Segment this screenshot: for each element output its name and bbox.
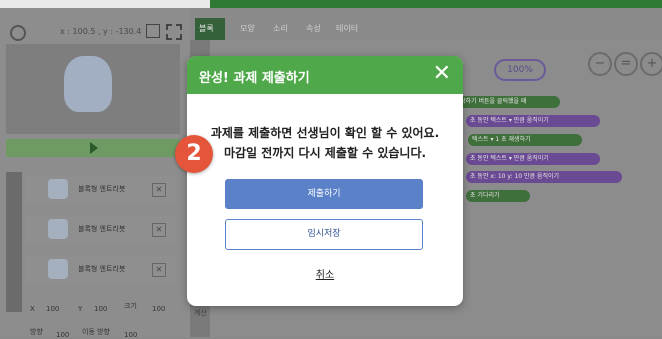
fullscreen-icon[interactable] <box>166 24 182 40</box>
zoom-level: 100% <box>494 59 546 81</box>
temp-save-button[interactable]: 임시저장 <box>225 219 423 250</box>
object-thumbnail <box>48 179 68 199</box>
x-value[interactable]: 100 <box>46 305 59 313</box>
object-name: 블록형 엔트리봇 <box>78 185 126 193</box>
size-value[interactable]: 100 <box>152 305 165 313</box>
submit-button[interactable]: 제출하기 <box>225 179 423 209</box>
direction-label: 방향 <box>30 328 43 336</box>
zoom-out-button[interactable]: − <box>588 52 612 76</box>
object-row[interactable]: 블록형 엔트리봇 ✕ <box>26 256 176 284</box>
run-button[interactable] <box>6 139 180 157</box>
top-strip <box>0 0 662 8</box>
play-icon <box>90 142 98 154</box>
object-row[interactable]: 블록형 엔트리봇 ✕ <box>26 176 176 204</box>
code-block[interactable]: 초 동안 텍스트 ▾ 만큼 움직이기 <box>466 153 600 165</box>
code-block[interactable]: 초 동안 x: 10 y: 10 만큼 움직이기 <box>466 171 622 183</box>
dialog-message-line-2: 마감일 전까지 다시 제출할 수 있습니다. <box>223 146 427 160</box>
object-name: 블록형 엔트리봇 <box>78 265 126 273</box>
submit-assignment-dialog: 완성! 과제 제출하기 ✕ 과제를 제출하면 선생님이 확인 할 수 있어요. … <box>187 56 463 306</box>
move-direction-value[interactable]: 100 <box>124 331 137 339</box>
step-marker-badge: 2 <box>175 135 213 173</box>
tab-blocks[interactable]: 블록 <box>195 18 225 40</box>
object-rail <box>6 172 22 312</box>
zoom-in-button[interactable]: + <box>640 52 662 76</box>
object-thumbnail <box>48 219 68 239</box>
tab-sounds[interactable]: 소리 <box>273 18 288 40</box>
zoom-reset-button[interactable]: = <box>614 52 638 76</box>
dialog-title: 완성! 과제 제출하기 <box>199 71 310 86</box>
tab-properties[interactable]: 속성 <box>306 18 321 40</box>
size-label: 크기 <box>124 302 137 310</box>
x-label: X <box>30 305 35 313</box>
coordinates-readout: x : 100.5 , y : -130.4 <box>60 27 142 36</box>
tab-data[interactable]: 테이터 <box>336 18 358 40</box>
settings-icon[interactable] <box>10 25 26 41</box>
code-block[interactable]: 작하기 버튼을 클릭했을 때 <box>456 96 560 108</box>
grid-icon[interactable] <box>146 24 160 38</box>
dialog-message: 과제를 제출하면 선생님이 확인 할 수 있어요. 마감일 전까지 다시 제출할… <box>187 123 463 163</box>
code-block[interactable]: 초 동안 텍스트 ▾ 만큼 움직이기 <box>466 115 600 127</box>
cancel-link[interactable]: 취소 <box>187 266 463 281</box>
object-row[interactable]: 블록형 엔트리봇 ✕ <box>26 216 176 244</box>
delete-icon[interactable]: ✕ <box>152 223 166 237</box>
close-icon[interactable]: ✕ <box>433 63 451 85</box>
palette-category-label[interactable]: 계산 <box>194 308 207 318</box>
top-strip-tab <box>0 0 210 8</box>
tab-shapes[interactable]: 모양 <box>240 18 255 40</box>
dialog-message-line-1: 과제를 제출하면 선생님이 확인 할 수 있어요. <box>210 126 440 140</box>
y-value[interactable]: 100 <box>94 305 107 313</box>
entrybot-sprite[interactable] <box>64 56 112 112</box>
code-block[interactable]: 초 기다리기 <box>466 190 530 202</box>
object-properties: X 100 Y 100 크기 100 방향 100 이동 방향 100 <box>20 297 180 339</box>
delete-icon[interactable]: ✕ <box>152 183 166 197</box>
move-direction-label: 이동 방향 <box>82 328 110 336</box>
object-thumbnail <box>48 259 68 279</box>
dialog-header: 완성! 과제 제출하기 ✕ <box>187 56 463 94</box>
direction-value[interactable]: 100 <box>56 331 69 339</box>
code-block[interactable]: 텍스트 ▾ 1 초 재생하기 <box>468 134 582 146</box>
y-label: Y <box>78 305 83 313</box>
tab-bar: 블록 모양 소리 속성 테이터 <box>190 18 366 40</box>
delete-icon[interactable]: ✕ <box>152 263 166 277</box>
object-name: 블록형 엔트리봇 <box>78 225 126 233</box>
